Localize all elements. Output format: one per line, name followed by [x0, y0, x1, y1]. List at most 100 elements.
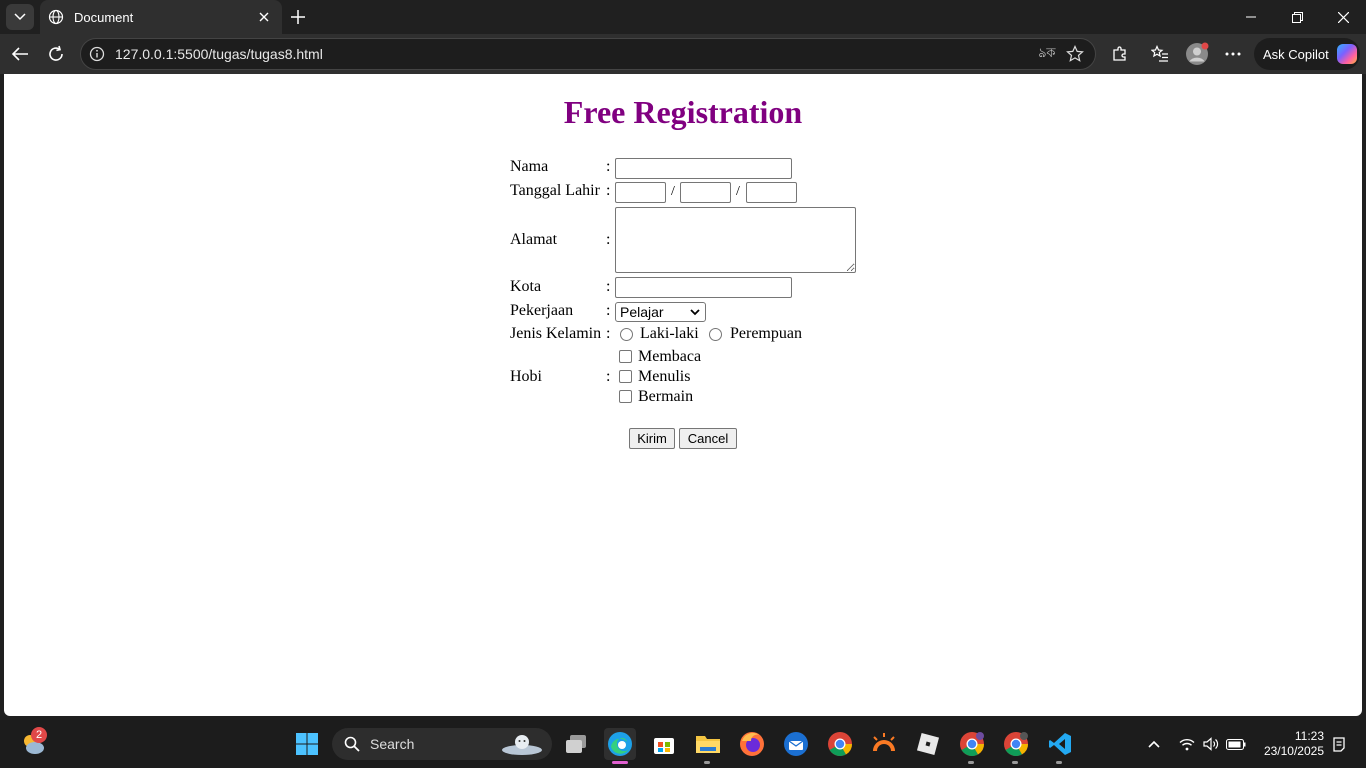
task-view-icon [566, 735, 586, 753]
gender-option-label: Perempuan [730, 325, 802, 342]
more-horizontal-icon [1225, 52, 1241, 56]
clock[interactable]: 11:23 23/10/2025 [1264, 729, 1324, 759]
profile-button[interactable] [1183, 40, 1211, 68]
start-button[interactable] [291, 728, 323, 760]
pekerjaan-selected-value: Pelajar [620, 304, 664, 320]
chevron-down-icon [14, 13, 26, 21]
taskbar-thunderbird[interactable] [780, 728, 812, 760]
gender-radio-laki-laki[interactable] [620, 328, 633, 341]
extensions-button[interactable] [1106, 40, 1134, 68]
taskbar-file-explorer[interactable] [692, 728, 724, 760]
favorites-list-icon [1151, 45, 1168, 62]
edge-icon [608, 732, 632, 756]
roblox-icon [916, 732, 940, 756]
taskbar-chrome-profile-1[interactable] [956, 728, 988, 760]
refresh-icon [49, 45, 63, 61]
wifi-status[interactable] [1174, 728, 1200, 760]
arrow-left-icon [11, 47, 28, 61]
wifi-icon [1179, 738, 1195, 750]
new-tab-button[interactable] [286, 5, 310, 29]
browser-title-bar: Document [0, 0, 1366, 34]
close-icon [1337, 11, 1349, 23]
label-tanggal-lahir: Tanggal Lahir [510, 182, 600, 199]
pekerjaan-select[interactable]: Pelajar [615, 302, 706, 322]
alamat-textarea[interactable] [615, 207, 856, 273]
cancel-button[interactable]: Cancel [679, 428, 737, 449]
speaker-icon [1203, 737, 1219, 751]
label-alamat: Alamat [510, 231, 558, 248]
url-text[interactable]: 127.0.0.1:5500/tugas/tugas8.html [115, 46, 1033, 62]
chrome-icon [828, 732, 852, 757]
search-highlight-icon [502, 735, 542, 755]
read-aloud-icon[interactable]: ঌক [1033, 40, 1061, 68]
plus-icon [291, 10, 305, 24]
close-window-button[interactable] [1320, 0, 1366, 34]
hobby-checkbox-membaca[interactable] [619, 350, 632, 363]
browser-toolbar: 127.0.0.1:5500/tugas/tugas8.html ঌক Ask … [0, 34, 1366, 74]
close-tab-icon[interactable] [256, 9, 272, 25]
ask-copilot-label: Ask Copilot [1263, 46, 1329, 62]
vscode-running-indicator [1056, 761, 1062, 764]
browser-tab[interactable]: Document [40, 0, 282, 34]
colon: : [606, 368, 611, 385]
store-icon [654, 738, 674, 754]
nama-input[interactable] [615, 158, 792, 179]
restore-button[interactable] [1274, 0, 1320, 34]
birth-month-input[interactable] [680, 182, 731, 203]
label-pekerjaan: Pekerjaan [510, 302, 574, 319]
notification-center-button[interactable] [1330, 728, 1348, 760]
volume-status[interactable] [1198, 728, 1224, 760]
clock-time: 11:23 [1294, 729, 1324, 743]
colon: : [606, 278, 611, 295]
taskbar-roblox[interactable] [912, 728, 944, 760]
minimize-icon [1246, 16, 1256, 18]
colon: : [606, 325, 611, 342]
kirim-button[interactable]: Kirim [629, 428, 675, 449]
avatar-icon [1186, 42, 1209, 65]
hobby-checkbox-menulis[interactable] [619, 370, 632, 383]
xampp-icon [873, 733, 895, 751]
notification-icon [1333, 737, 1345, 752]
taskbar-store[interactable] [648, 728, 680, 760]
refresh-button[interactable] [42, 40, 70, 68]
back-button[interactable] [6, 40, 34, 68]
search-label: Search [370, 736, 415, 752]
show-hidden-icons-button[interactable] [1140, 728, 1168, 760]
battery-status[interactable] [1222, 728, 1250, 760]
hobby-option-label: Bermain [638, 388, 694, 405]
page-viewport: Free Registration Nama : Tanggal Lahir :… [4, 74, 1362, 716]
more-menu-button[interactable] [1219, 40, 1247, 68]
address-bar[interactable]: 127.0.0.1:5500/tugas/tugas8.html ঌক [80, 38, 1096, 70]
copilot-icon [1336, 44, 1357, 64]
taskbar-search[interactable]: Search [332, 728, 552, 760]
taskbar-chrome-profile-2[interactable] [1000, 728, 1032, 760]
weather-notification-badge: 2 [31, 727, 47, 743]
birth-year-input[interactable] [746, 182, 797, 203]
minimize-button[interactable] [1228, 0, 1274, 34]
birth-day-input[interactable] [615, 182, 666, 203]
ask-copilot-button[interactable]: Ask Copilot [1254, 38, 1360, 70]
gender-radio-perempuan[interactable] [709, 328, 722, 341]
kota-input[interactable] [615, 277, 792, 298]
firefox-icon [740, 732, 764, 756]
taskbar: Search 11:23 23/10/2025 [0, 720, 1366, 768]
info-icon[interactable] [89, 46, 105, 62]
chevron-down-icon [690, 309, 700, 316]
label-hobi: Hobi [510, 368, 542, 385]
taskbar-chrome[interactable] [824, 728, 856, 760]
taskbar-firefox[interactable] [736, 728, 768, 760]
gender-option-label: Laki-laki [640, 325, 699, 342]
tab-actions-menu-button[interactable] [6, 4, 34, 30]
favorites-button[interactable] [1146, 40, 1174, 68]
taskbar-xampp[interactable] [868, 728, 900, 760]
windows-icon [296, 733, 318, 755]
taskbar-vscode[interactable] [1044, 728, 1076, 760]
explorer-running-indicator [704, 761, 710, 764]
favorite-star-icon[interactable] [1061, 40, 1089, 68]
taskbar-edge[interactable] [604, 728, 636, 760]
task-view-button[interactable] [560, 728, 592, 760]
hobby-option-label: Menulis [638, 368, 691, 385]
date-separator: / [671, 184, 675, 199]
chrome-running-indicator [968, 761, 974, 764]
hobby-checkbox-bermain[interactable] [619, 390, 632, 403]
